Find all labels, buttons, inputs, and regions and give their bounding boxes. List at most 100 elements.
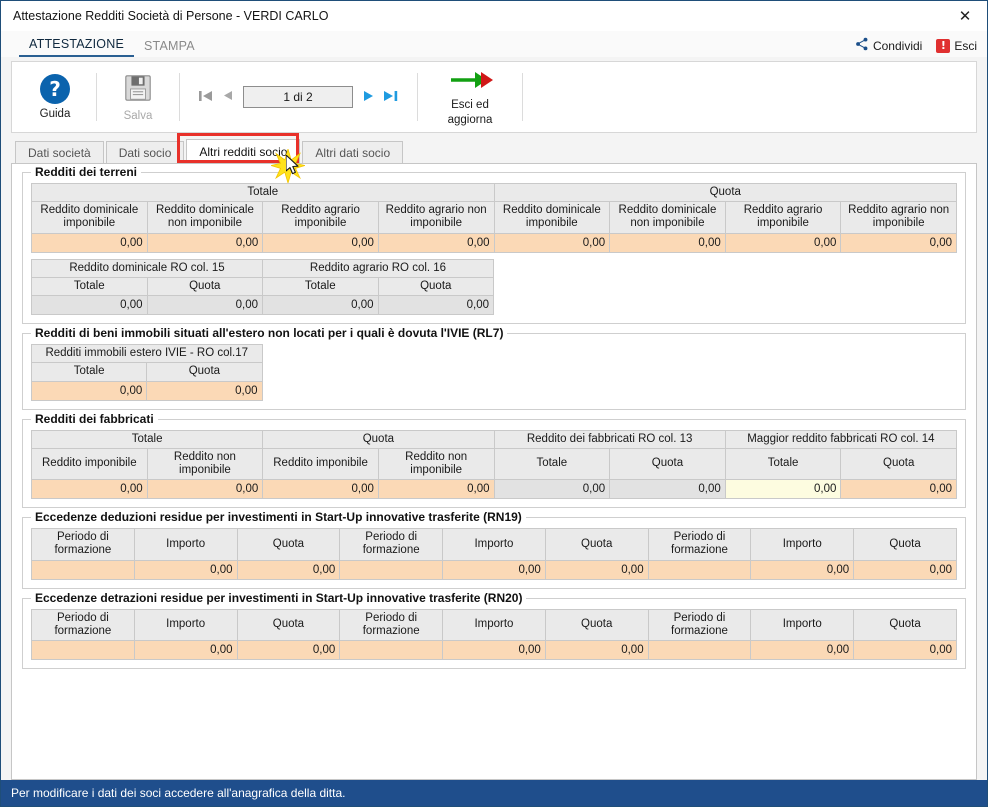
column-header: Quota [146, 276, 263, 297]
exit-icon: ! [936, 38, 951, 53]
column-header: Totale [30, 362, 148, 382]
toolbar-divider [96, 73, 97, 121]
group-header-quota: Quota [493, 182, 957, 203]
grid-cell[interactable]: 0,00 [442, 559, 546, 580]
tab-dati-socio[interactable]: Dati socio [105, 141, 185, 163]
guida-button[interactable]: ? Guida [20, 65, 90, 129]
grid-cell[interactable]: 0,00 [853, 640, 957, 661]
grid-cell[interactable] [647, 559, 752, 580]
grid-header-row: Reddito dominicale imponibile Reddito do… [31, 201, 957, 234]
column-header: Periodo di formazione [31, 608, 135, 642]
column-header: Reddito agrario non imponibile [377, 201, 495, 234]
grid-cell[interactable] [31, 640, 135, 661]
grid-cell[interactable]: 0,00 [750, 640, 855, 661]
group-header-maggior-ro14: Maggior reddito fabbricati RO col. 14 [724, 429, 958, 449]
tab-altri-dati-socio[interactable]: Altri dati socio [302, 141, 404, 163]
group-header-quota: Quota [262, 429, 495, 449]
grid-cell[interactable]: 0,00 [146, 232, 264, 253]
grid-cell[interactable]: 0,00 [442, 640, 546, 661]
grid-cell[interactable]: 0,00 [262, 232, 379, 253]
section-rn20: Eccedenze detrazioni residue per investi… [22, 590, 966, 670]
ribbon-tab-stampa[interactable]: STAMPA [134, 39, 205, 57]
grid-cell[interactable]: 0,00 [544, 640, 649, 661]
grid-cell[interactable]: 0,00 [133, 559, 238, 580]
next-record-icon[interactable] [361, 89, 375, 106]
section-ivie: Redditi di beni immobili situati all'est… [22, 326, 966, 410]
grid-group-header-row: Totale Quota Reddito dei fabbricati RO c… [30, 429, 958, 449]
column-header: Reddito imponibile [31, 447, 148, 481]
grid-cell[interactable]: 0,00 [377, 232, 495, 253]
esci-aggiorna-label-2: aggiorna [447, 114, 493, 127]
column-header: Reddito agrario imponibile [724, 201, 842, 234]
toolbar-divider-3 [417, 73, 418, 121]
column-header: Importo [750, 608, 855, 642]
salva-button[interactable]: Salva [103, 65, 173, 129]
grid-cell[interactable]: 0,00 [853, 559, 957, 580]
column-header: Reddito non imponibile [146, 447, 264, 481]
esci-ed-aggiorna-button[interactable]: Esci ed aggiorna [424, 65, 516, 129]
column-header: Reddito agrario non imponibile [840, 201, 957, 234]
tab-altri-redditi-socio[interactable]: Altri redditi socio [186, 139, 301, 163]
prev-record-icon[interactable] [222, 89, 235, 105]
column-header: Periodo di formazione [31, 528, 135, 561]
column-header: Quota [840, 447, 957, 481]
group-header-ivie-ro17: Redditi immobili estero IVIE - RO col.17 [31, 344, 263, 364]
last-record-icon[interactable] [383, 89, 399, 106]
grid-cell[interactable]: 0,00 [262, 479, 379, 500]
grid-header-row: Reddito imponibile Reddito non imponibil… [31, 447, 957, 481]
grid-cell[interactable] [339, 559, 444, 580]
esci-aggiorna-label-1: Esci ed [451, 98, 489, 111]
ribbon-tab-attestazione[interactable]: ATTESTAZIONE [19, 37, 134, 57]
grid-cell[interactable]: 0,00 [133, 640, 238, 661]
grid-cell[interactable]: 0,00 [377, 479, 495, 500]
grid-cell[interactable]: 0,00 [30, 380, 148, 401]
grid-cell: 0,00 [377, 295, 494, 316]
grid-cell[interactable] [31, 559, 135, 580]
grid-header-row: Totale Quota [30, 362, 263, 382]
grid-cell: 0,00 [609, 479, 726, 500]
page-indicator-field[interactable]: 1 di 2 [243, 86, 353, 108]
group-header-totale: Totale [30, 429, 264, 449]
condividi-label: Condividi [872, 38, 923, 53]
grid-cell[interactable] [339, 640, 444, 661]
grid-redditi-fabbricati: Totale Quota Reddito dei fabbricati RO c… [30, 429, 958, 500]
group-header-totale: Totale [31, 182, 495, 203]
section-legend-fabbricati: Redditi dei fabbricati [31, 411, 158, 426]
grid-cell[interactable]: 0,00 [236, 559, 341, 580]
column-header: Importo [442, 528, 546, 561]
grid-cell[interactable]: 0,00 [493, 232, 611, 253]
first-record-icon[interactable] [198, 89, 214, 106]
section-redditi-fabbricati: Redditi dei fabbricati Totale Quota Redd… [22, 411, 966, 509]
grid-cell[interactable]: 0,00 [840, 479, 957, 500]
grid-cell[interactable]: 0,00 [146, 380, 263, 401]
column-header: Quota [146, 362, 263, 382]
grid-cell[interactable]: 0,00 [750, 559, 855, 580]
close-icon[interactable]: ✕ [943, 1, 987, 30]
grid-header-row: Totale Quota Totale Quota [31, 276, 494, 297]
column-header: Quota [609, 447, 726, 481]
column-header: Totale [31, 276, 148, 297]
ribbon-right-actions: Condividi ! Esci [855, 37, 977, 54]
column-header: Quota [544, 528, 649, 561]
column-header: Periodo di formazione [647, 528, 752, 561]
condividi-button[interactable]: Condividi [855, 37, 922, 54]
grid-redditi-terreni: Totale Quota Reddito dominicale imponibi… [31, 182, 957, 253]
grid-cell[interactable]: 0,00 [609, 232, 726, 253]
grid-cell[interactable]: 0,00 [31, 232, 148, 253]
grid-cell[interactable]: 0,00 [724, 232, 842, 253]
grid-cell[interactable]: 0,00 [31, 479, 148, 500]
tab-dati-societa[interactable]: Dati società [15, 141, 104, 163]
section-rn19: Eccedenze deduzioni residue per investim… [22, 510, 966, 589]
section-legend-rn20: Eccedenze detrazioni residue per investi… [31, 590, 527, 605]
column-header: Reddito non imponibile [377, 447, 495, 481]
esci-button[interactable]: ! Esci [936, 38, 977, 53]
group-header-dominicale-ro15: Reddito dominicale RO col. 15 [31, 258, 263, 278]
grid-cell[interactable]: 0,00 [146, 479, 264, 500]
grid-cell[interactable]: 0,00 [544, 559, 649, 580]
grid-cell-focused[interactable]: 0,00 [724, 479, 842, 500]
grid-cell[interactable]: 0,00 [236, 640, 341, 661]
grid-cell[interactable]: 0,00 [840, 232, 957, 253]
column-header: Quota [236, 608, 341, 642]
grid-cell[interactable] [647, 640, 752, 661]
content-tabstrip: Dati società Dati socio Altri redditi so… [15, 133, 977, 185]
